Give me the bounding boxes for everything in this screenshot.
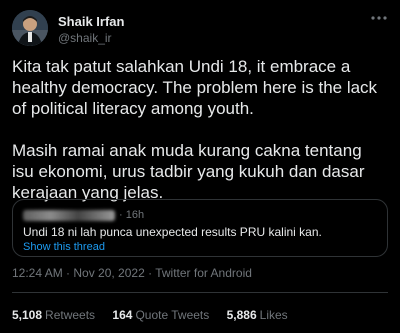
- user-info: Shaik Irfan @shaik_ir: [58, 14, 124, 46]
- tweet-header: Shaik Irfan @shaik_ir: [12, 10, 388, 50]
- tweet-timestamp[interactable]: 12:24 AM · Nov 20, 2022 · Twitter for An…: [12, 266, 252, 281]
- quote-tweets-count: 164: [112, 308, 133, 322]
- user-handle[interactable]: @shaik_ir: [58, 30, 124, 46]
- retweets-label: Retweets: [45, 308, 96, 322]
- tweet-paragraph: Masih ramai anak muda kurang cakna tenta…: [12, 141, 365, 202]
- display-name[interactable]: Shaik Irfan: [58, 14, 124, 30]
- likes-stat[interactable]: 5,886 Likes: [227, 308, 288, 323]
- ellipsis-icon: [371, 16, 387, 20]
- blurred-author: [23, 209, 115, 221]
- retweets-count: 5,108: [12, 308, 43, 322]
- show-thread-link[interactable]: Show this thread: [23, 240, 377, 254]
- divider: [12, 292, 388, 293]
- quoted-tweet[interactable]: · 16h Undi 18 ni lah punca unexpected re…: [12, 199, 388, 257]
- avatar-image: [12, 10, 48, 46]
- avatar[interactable]: [12, 10, 48, 46]
- retweets-stat[interactable]: 5,108 Retweets: [12, 308, 95, 323]
- tweet: Shaik Irfan @shaik_ir Kita tak patut sal…: [0, 0, 400, 333]
- quoted-tweet-age: · 16h: [119, 209, 145, 221]
- tweet-text: Kita tak patut salahkan Undi 18, it embr…: [12, 56, 388, 203]
- likes-label: Likes: [259, 308, 288, 322]
- quoted-tweet-text: Undi 18 ni lah punca unexpected results …: [23, 225, 322, 239]
- quote-tweets-stat[interactable]: 164 Quote Tweets: [112, 308, 209, 323]
- quote-tweets-label: Quote Tweets: [135, 308, 210, 322]
- quoted-tweet-meta: · 16h: [23, 208, 377, 222]
- tweet-paragraph: Kita tak patut salahkan Undi 18, it embr…: [12, 57, 378, 118]
- likes-count: 5,886: [226, 308, 257, 322]
- more-options-icon[interactable]: [368, 12, 388, 28]
- tweet-stats: 5,108 Retweets 164 Quote Tweets 5,886 Likes: [12, 308, 388, 323]
